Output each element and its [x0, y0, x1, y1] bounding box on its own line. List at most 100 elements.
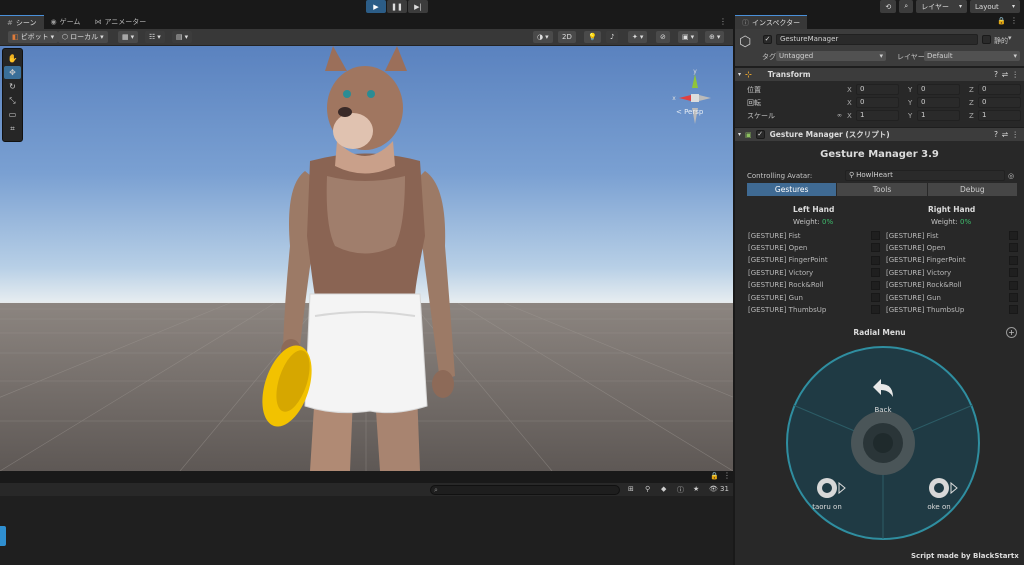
right-gesture-row[interactable]: [GESTURE] Gun — [886, 292, 1018, 303]
snap-increment-button[interactable]: ☷ ▾ — [145, 31, 165, 43]
right-gesture-row[interactable]: [GESTURE] Rock&Roll — [886, 280, 1018, 291]
position-x-input[interactable]: 0 — [856, 84, 899, 95]
avatar-object-field[interactable]: ⚲ HowlHeart — [845, 170, 1005, 181]
gesture-checkbox[interactable] — [1009, 243, 1018, 253]
position-z-input[interactable]: 0 — [978, 84, 1021, 95]
mode-2d-button[interactable]: 2D — [558, 31, 576, 43]
left-gesture-row[interactable]: [GESTURE] Victory — [748, 267, 880, 278]
lighting-toggle[interactable]: 💡 — [584, 31, 601, 43]
tag-dropdown[interactable]: Untagged ▾ — [776, 51, 886, 61]
gesture-manager-header[interactable]: ▾ ▣ ✓ Gesture Manager (スクリプト) ? ⇌ ⋮ — [735, 127, 1024, 141]
eye-icon[interactable]: 👁 — [709, 485, 718, 493]
grid-visibility-button[interactable]: ▤ ▾ — [172, 31, 193, 43]
object-name-input[interactable]: GestureManager — [776, 34, 978, 45]
rotation-x-input[interactable]: 0 — [856, 97, 899, 108]
radial-menu[interactable]: Back taoru on oke on — [785, 345, 981, 541]
tab-tools[interactable]: Tools — [837, 183, 927, 196]
gesture-checkbox[interactable] — [1009, 268, 1018, 278]
kebab-menu-icon[interactable]: ⋮ — [1012, 130, 1020, 139]
chevron-down-icon[interactable]: ▾ — [1008, 34, 1012, 42]
rotate-tool[interactable]: ↻ — [4, 80, 21, 93]
layer-dropdown[interactable]: Default ▾ — [924, 51, 1020, 61]
tab-game[interactable]: ◉ ゲーム — [44, 15, 88, 29]
gesture-checkbox[interactable] — [871, 243, 880, 253]
left-gesture-row[interactable]: [GESTURE] Fist — [748, 230, 880, 241]
left-gesture-row[interactable]: [GESTURE] Open — [748, 242, 880, 253]
radial-right-label[interactable]: oke on — [927, 503, 950, 511]
collapse-icon[interactable]: ⊞ — [628, 485, 634, 493]
link-icon[interactable]: ∞ — [837, 112, 847, 119]
kebab-menu-icon[interactable]: ⋮ — [1010, 16, 1018, 25]
gesture-checkbox[interactable] — [1009, 280, 1018, 290]
transform-header[interactable]: ▾ ⊹ Transform ? ⇌ ⋮ — [735, 67, 1024, 81]
gesture-checkbox[interactable] — [871, 231, 880, 240]
kebab-menu-icon[interactable]: ⋮ — [1012, 70, 1020, 79]
gizmos-dropdown[interactable]: ⊕ ▾ — [705, 31, 725, 43]
tab-gestures[interactable]: Gestures — [747, 183, 837, 196]
tab-inspector[interactable]: ⓘ インスペクター — [735, 15, 808, 29]
right-gesture-row[interactable]: [GESTURE] FingerPoint — [886, 255, 1018, 266]
pivot-dropdown[interactable]: ◧ ピボット ▾ — [8, 31, 59, 43]
search-button[interactable]: ⌕ — [899, 0, 914, 13]
visibility-toggle[interactable]: ⊘ — [656, 31, 670, 43]
move-tool[interactable]: ✥ — [4, 66, 21, 79]
play-button[interactable]: ▶ — [366, 0, 386, 13]
effects-dropdown[interactable]: ✦ ▾ — [628, 31, 648, 43]
settings-icon[interactable]: ⇌ — [1002, 70, 1008, 79]
scale-y-input[interactable]: 1 — [917, 110, 960, 121]
info-icon[interactable]: ⓘ — [677, 485, 684, 495]
rect-tool[interactable]: ▭ — [4, 108, 21, 121]
target-icon[interactable]: ◎ — [1008, 172, 1014, 180]
local-dropdown[interactable]: ⬡ ローカル ▾ — [58, 31, 108, 43]
gesture-checkbox[interactable] — [1009, 231, 1018, 240]
history-button[interactable]: ⟲ — [880, 0, 897, 13]
gesture-checkbox[interactable] — [871, 293, 880, 302]
tag-icon[interactable]: ◆ — [661, 485, 666, 493]
tab-animator[interactable]: ⋈ アニメーター — [87, 15, 153, 29]
component-enabled-checkbox[interactable]: ✓ — [755, 130, 765, 139]
perspective-label[interactable]: < Persp — [676, 108, 703, 116]
step-button[interactable]: ▶| — [408, 0, 428, 13]
scene-viewport[interactable]: ✋ ✥ ↻ ⤡ ▭ ⌗ y x < Persp — [0, 46, 733, 471]
tab-scene[interactable]: # シーン — [0, 15, 44, 29]
transform-tool[interactable]: ⌗ — [4, 122, 21, 135]
active-checkbox[interactable]: ✓ — [763, 35, 772, 44]
right-gesture-row[interactable]: [GESTURE] ThumbsUp — [886, 304, 1018, 315]
tab-debug[interactable]: Debug — [927, 183, 1017, 196]
radial-back-label[interactable]: Back — [875, 406, 893, 414]
static-checkbox[interactable] — [982, 35, 991, 44]
camera-dropdown[interactable]: ▣ ▾ — [678, 31, 699, 43]
lock-icon[interactable]: 🔒 — [997, 17, 1006, 25]
radial-left-label[interactable]: taoru on — [812, 503, 842, 511]
right-gesture-row[interactable]: [GESTURE] Open — [886, 242, 1018, 253]
orientation-gizmo[interactable]: y x — [665, 66, 725, 134]
grid-snap-button[interactable]: ▦ ▾ — [118, 31, 139, 43]
draw-mode-dropdown[interactable]: ◑ ▾ — [533, 31, 553, 43]
filter-icon[interactable]: ⚲ — [645, 485, 650, 493]
gesture-checkbox[interactable] — [871, 268, 880, 278]
right-gesture-row[interactable]: [GESTURE] Fist — [886, 230, 1018, 241]
lock-icon[interactable]: 🔒 — [710, 472, 719, 480]
scale-z-input[interactable]: 1 — [978, 110, 1021, 121]
star-icon[interactable]: ★ — [693, 485, 699, 493]
gesture-checkbox[interactable] — [871, 255, 880, 265]
avatar-model[interactable] — [255, 46, 475, 471]
left-gesture-row[interactable]: [GESTURE] Gun — [748, 292, 880, 303]
scale-tool[interactable]: ⤡ — [4, 94, 21, 107]
gesture-checkbox[interactable] — [1009, 305, 1018, 315]
help-icon[interactable]: ? — [994, 130, 998, 139]
settings-icon[interactable]: ⇌ — [1002, 130, 1008, 139]
audio-toggle[interactable]: ♪ — [606, 31, 619, 43]
left-gesture-row[interactable]: [GESTURE] Rock&Roll — [748, 280, 880, 291]
hand-tool[interactable]: ✋ — [4, 52, 21, 65]
layout-dropdown[interactable]: Layout ▾ — [970, 0, 1020, 13]
gesture-checkbox[interactable] — [1009, 293, 1018, 302]
left-gesture-row[interactable]: [GESTURE] ThumbsUp — [748, 304, 880, 315]
pause-button[interactable]: ❚❚ — [387, 0, 407, 13]
left-gesture-row[interactable]: [GESTURE] FingerPoint — [748, 255, 880, 266]
rotation-z-input[interactable]: 0 — [978, 97, 1021, 108]
gesture-checkbox[interactable] — [1009, 255, 1018, 265]
layers-dropdown[interactable]: レイヤー ▾ — [916, 0, 967, 13]
gesture-checkbox[interactable] — [871, 305, 880, 315]
console-search-input[interactable]: ⌕ — [430, 485, 620, 495]
